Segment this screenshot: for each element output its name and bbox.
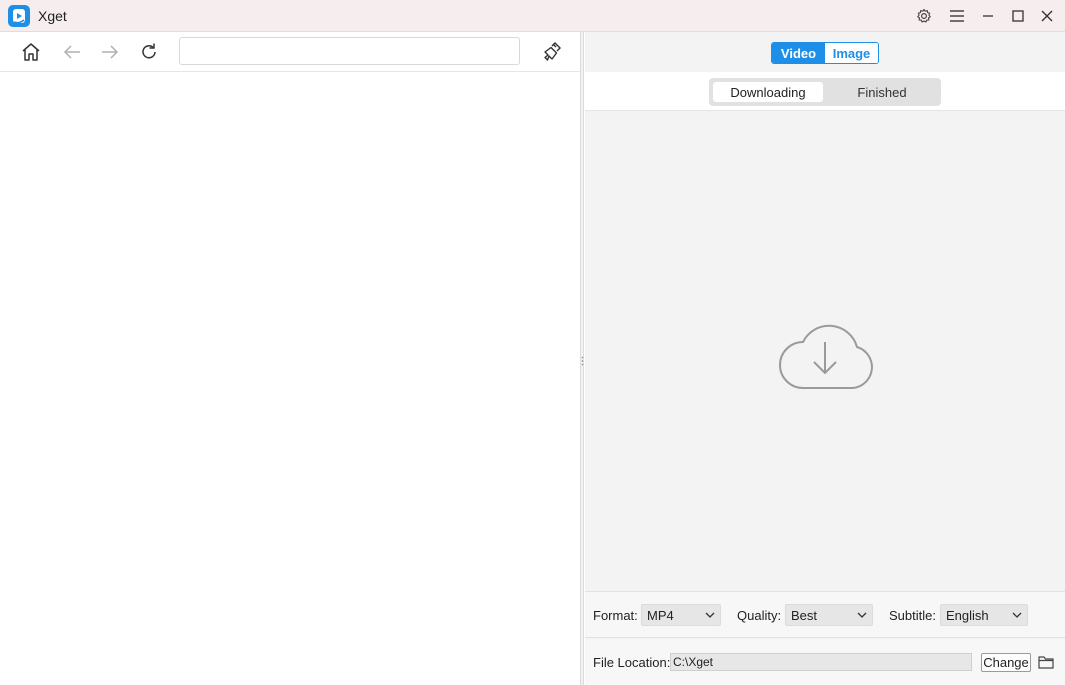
folder-icon[interactable]	[1037, 653, 1055, 671]
title-bar	[0, 0, 1065, 32]
clear-broom-icon[interactable]	[540, 40, 564, 64]
browser-view[interactable]	[0, 32, 580, 685]
minimize-icon[interactable]	[978, 6, 998, 26]
subtitle-select[interactable]: English	[940, 604, 1028, 626]
back-arrow-icon[interactable]	[60, 40, 84, 64]
tab-video[interactable]: Video	[772, 43, 825, 63]
refresh-icon[interactable]	[137, 40, 161, 64]
close-icon[interactable]	[1037, 6, 1057, 26]
format-select[interactable]: MP4	[641, 604, 721, 626]
format-value: MP4	[647, 607, 674, 623]
url-input[interactable]	[179, 37, 520, 65]
maximize-icon[interactable]	[1008, 6, 1028, 26]
forward-arrow-icon[interactable]	[98, 40, 122, 64]
quality-label: Quality:	[737, 608, 782, 623]
cloud-download-icon	[773, 312, 877, 392]
quality-select[interactable]: Best	[785, 604, 873, 626]
format-label: Format:	[593, 608, 638, 623]
media-type-toggle: Video Image	[771, 42, 879, 64]
quality-value: Best	[791, 607, 818, 623]
app-title: Xget	[38, 8, 67, 24]
chevron-down-icon	[857, 612, 867, 618]
chevron-down-icon	[705, 612, 715, 618]
tab-downloading[interactable]: Downloading	[713, 82, 823, 102]
tab-finished[interactable]: Finished	[827, 82, 937, 102]
file-location-label: File Location:	[593, 655, 671, 670]
chevron-down-icon	[1012, 612, 1022, 618]
subtitle-value: English	[946, 607, 989, 623]
app-logo-icon	[8, 5, 30, 27]
subtitle-label: Subtitle:	[889, 608, 936, 623]
file-location-field: C:\Xget	[670, 653, 972, 671]
home-icon[interactable]	[19, 40, 43, 64]
splitter-grip-icon[interactable]	[581, 354, 584, 366]
change-location-button[interactable]: Change	[981, 653, 1031, 672]
menu-icon[interactable]	[947, 6, 967, 26]
tab-image[interactable]: Image	[825, 43, 878, 63]
settings-icon[interactable]	[914, 6, 934, 26]
